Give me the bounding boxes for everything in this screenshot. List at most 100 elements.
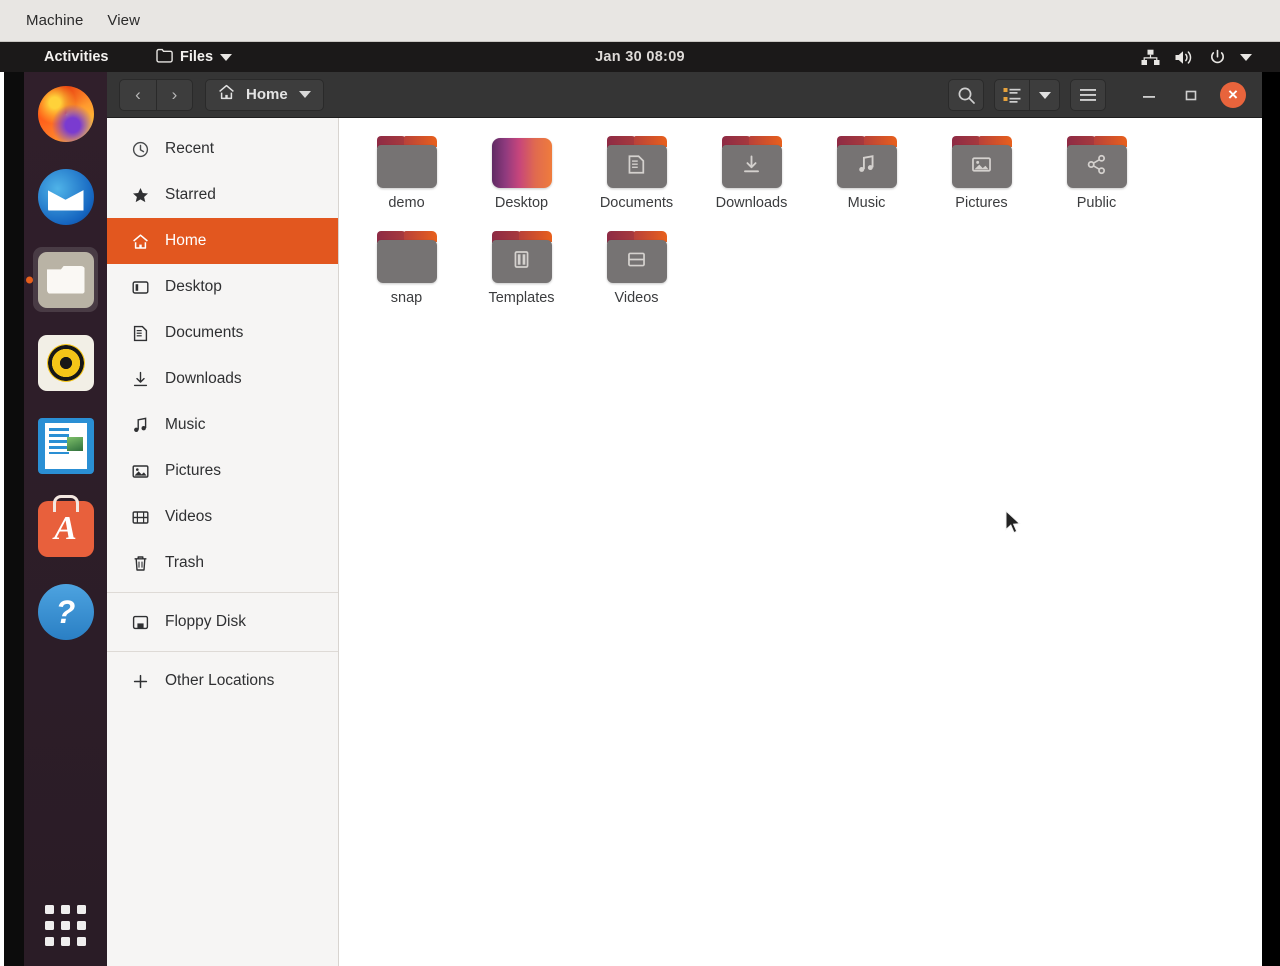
- mouse-cursor: [1005, 510, 1021, 534]
- folder-icon: [491, 227, 553, 283]
- home-icon: [218, 84, 235, 105]
- thunderbird-icon: [37, 168, 94, 225]
- sidebar-item-floppy-disk[interactable]: Floppy Disk: [107, 599, 338, 645]
- maximize-button[interactable]: [1170, 72, 1212, 118]
- vm-menu-machine[interactable]: Machine: [14, 9, 95, 32]
- list-view-icon: [1003, 88, 1021, 103]
- file-item-label: Documents: [599, 195, 674, 211]
- system-tray[interactable]: [1141, 42, 1252, 72]
- dock-item-software[interactable]: A: [24, 487, 107, 570]
- file-item-label: Music: [847, 195, 886, 211]
- folder-icon: [606, 132, 668, 188]
- sidebar-item-label: Documents: [165, 324, 244, 341]
- file-item-snap[interactable]: snap: [349, 227, 464, 306]
- app-menu-button[interactable]: Files: [150, 42, 238, 72]
- file-item-documents[interactable]: Documents: [579, 132, 694, 211]
- sidebar-item-label: Downloads: [165, 370, 242, 387]
- file-item-videos[interactable]: Videos: [579, 227, 694, 306]
- forward-button[interactable]: ›: [156, 79, 192, 110]
- dock-item-rhythmbox[interactable]: [24, 321, 107, 404]
- dock-item-help[interactable]: ?: [24, 570, 107, 653]
- dock-item-impress[interactable]: [24, 404, 107, 487]
- template-icon: [511, 249, 532, 275]
- vm-menu-view[interactable]: View: [95, 9, 152, 32]
- file-list-area[interactable]: demo Desktop Documents Downloads Music P…: [339, 118, 1262, 966]
- search-icon: [958, 87, 975, 104]
- sidebar-item-pictures[interactable]: Pictures: [107, 448, 338, 494]
- folder-icon: [376, 227, 438, 283]
- file-item-music[interactable]: Music: [809, 132, 924, 211]
- dock: A ?: [24, 72, 107, 966]
- file-item-downloads[interactable]: Downloads: [694, 132, 809, 211]
- dock-item-firefox[interactable]: [24, 72, 107, 155]
- picture-icon: [971, 154, 992, 180]
- sidebar-divider: [107, 592, 338, 593]
- star-icon: [131, 186, 149, 204]
- search-button[interactable]: [948, 79, 984, 111]
- main-menu-button[interactable]: [1070, 79, 1106, 111]
- window-body: Recent Starred Home Desktop Documents Do…: [107, 118, 1262, 966]
- activities-button[interactable]: Activities: [36, 42, 116, 72]
- dock-item-files[interactable]: [24, 238, 107, 321]
- sidebar-divider: [107, 651, 338, 652]
- sidebar-item-label: Pictures: [165, 462, 221, 479]
- view-options-button[interactable]: [1030, 79, 1060, 111]
- document-icon: [131, 324, 149, 342]
- minimize-button[interactable]: [1128, 72, 1170, 118]
- close-icon: ×: [1220, 82, 1246, 108]
- sidebar-item-starred[interactable]: Starred: [107, 172, 338, 218]
- tray-chevron-down-icon[interactable]: [1240, 53, 1252, 61]
- rhythmbox-icon: [37, 334, 94, 391]
- home-icon: [131, 232, 149, 250]
- sidebar-item-label: Music: [165, 416, 206, 433]
- sidebar-item-desktop[interactable]: Desktop: [107, 264, 338, 310]
- dock-item-thunderbird[interactable]: [24, 155, 107, 238]
- document-icon: [626, 154, 647, 180]
- folder-icon: [951, 132, 1013, 188]
- plus-icon: [131, 672, 149, 690]
- file-item-demo[interactable]: demo: [349, 132, 464, 211]
- grid-icon: [45, 904, 86, 946]
- sidebar-item-label: Videos: [165, 508, 213, 525]
- clock-icon: [131, 140, 149, 158]
- sidebar-item-other-locations[interactable]: Other Locations: [107, 658, 338, 704]
- vm-menubar: Machine View: [0, 0, 1280, 42]
- volume-icon: [1174, 49, 1195, 66]
- software-bag-icon: A: [37, 500, 94, 557]
- sidebar-item-home[interactable]: Home: [107, 218, 338, 264]
- hamburger-icon: [1080, 89, 1096, 101]
- view-toggle-button[interactable]: [994, 79, 1030, 111]
- share-icon: [1086, 154, 1107, 180]
- close-button[interactable]: ×: [1212, 72, 1254, 118]
- folder-icon: [721, 132, 783, 188]
- file-item-desktop[interactable]: Desktop: [464, 132, 579, 211]
- files-window: ‹ › Home × Recent Starred Home Desktop D…: [107, 72, 1262, 966]
- music-note-icon: [856, 154, 877, 180]
- file-item-templates[interactable]: Templates: [464, 227, 579, 306]
- file-item-public[interactable]: Public: [1039, 132, 1154, 211]
- path-bar-home[interactable]: Home: [205, 78, 324, 111]
- file-item-label: demo: [388, 195, 425, 211]
- screen-right-edge: [1262, 72, 1280, 966]
- sidebar-item-documents[interactable]: Documents: [107, 310, 338, 356]
- sidebar-item-recent[interactable]: Recent: [107, 126, 338, 172]
- sidebar-item-label: Desktop: [165, 278, 222, 295]
- music-note-icon: [131, 416, 149, 434]
- sidebar-item-videos[interactable]: Videos: [107, 494, 338, 540]
- screen-left-edge: [0, 72, 4, 966]
- sidebar-item-trash[interactable]: Trash: [107, 540, 338, 586]
- show-applications-button[interactable]: [24, 890, 107, 960]
- file-grid: demo Desktop Documents Downloads Music P…: [339, 132, 1262, 322]
- download-icon: [741, 154, 762, 180]
- picture-icon: [131, 462, 149, 480]
- desktop-folder-icon: [491, 132, 553, 188]
- file-item-label: Pictures: [955, 195, 1008, 211]
- sidebar-item-label: Other Locations: [165, 672, 275, 689]
- sidebar-item-music[interactable]: Music: [107, 402, 338, 448]
- sidebar-item-downloads[interactable]: Downloads: [107, 356, 338, 402]
- back-button[interactable]: ‹: [120, 80, 156, 110]
- window-headerbar: ‹ › Home ×: [107, 72, 1262, 118]
- gnome-top-bar: Activities Files Jan 30 08:09: [0, 42, 1280, 72]
- file-item-pictures[interactable]: Pictures: [924, 132, 1039, 211]
- video-icon: [626, 249, 647, 275]
